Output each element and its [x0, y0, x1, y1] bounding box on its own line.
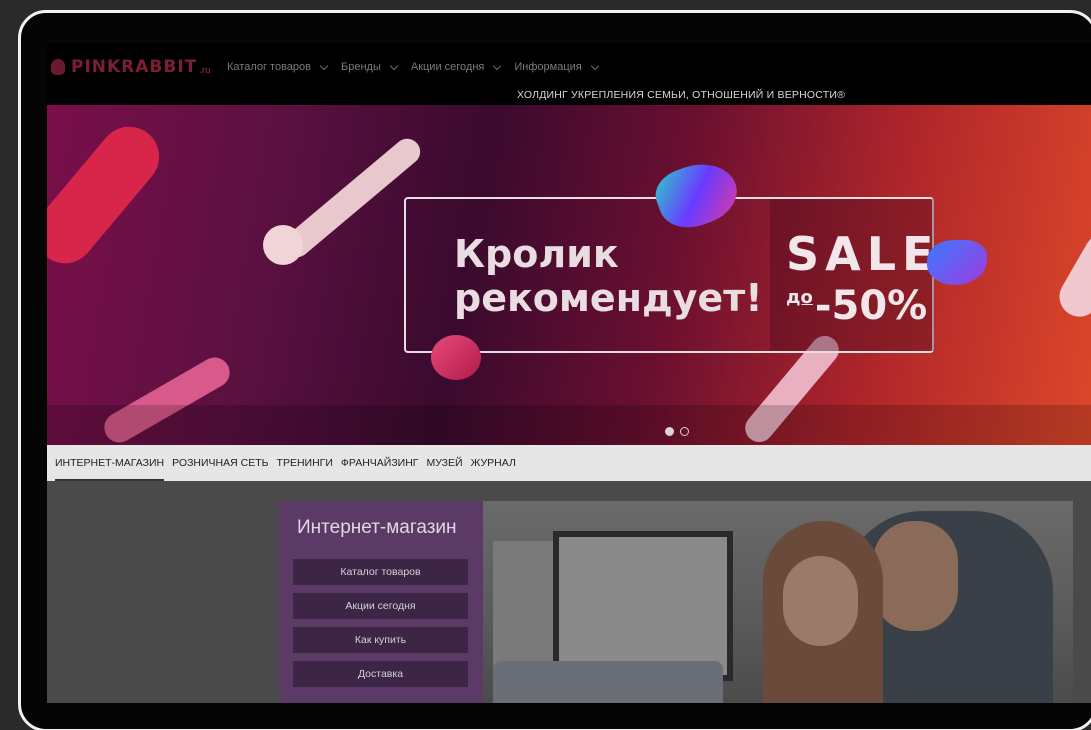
slider-dot[interactable]: [665, 427, 674, 436]
site-logo[interactable]: PINKRABBIT .ru: [51, 57, 211, 77]
sale-prefix: до: [786, 287, 813, 308]
logo-suffix: .ru: [199, 65, 211, 75]
header-tagline: ХОЛДИНГ УКРЕПЛЕНИЯ СЕМЬИ, ОТНОШЕНИЙ И ВЕ…: [517, 89, 846, 101]
promo-banner[interactable]: Кролик рекомендует! SALE до-50%: [47, 105, 1091, 445]
slider-dots: [665, 427, 689, 436]
nav-catalog-label: Каталог товаров: [227, 61, 311, 73]
banner-decoration: [431, 335, 481, 380]
banner-decoration: [263, 225, 303, 265]
tab-franchising[interactable]: ФРАНЧАЙЗИНГ: [341, 445, 419, 481]
banner-decoration: [1052, 226, 1091, 324]
chevron-down-icon: [319, 61, 329, 70]
shop-catalog-button[interactable]: Каталог товаров: [293, 559, 468, 585]
browser-screen: PINKRABBIT .ru Каталог товаров Бренды Ак…: [47, 43, 1091, 703]
tab-retail[interactable]: РОЗНИЧНАЯ СЕТЬ: [172, 445, 268, 481]
sale-percent-value: -50%: [814, 283, 928, 329]
shop-how-to-buy-button[interactable]: Как купить: [293, 627, 468, 653]
shop-title: Интернет-магазин: [297, 517, 457, 538]
banner-decoration: [47, 114, 172, 276]
photo-background: [493, 541, 553, 681]
banner-decoration: [927, 240, 987, 285]
banner-band: [47, 405, 1091, 445]
nav-catalog[interactable]: Каталог товаров: [227, 61, 329, 73]
shop-delivery-button[interactable]: Доставка: [293, 661, 468, 687]
chevron-down-icon: [590, 61, 599, 70]
chevron-down-icon: [493, 61, 502, 70]
nav-deals[interactable]: Акции сегодня: [410, 61, 502, 73]
shop-deals-button[interactable]: Акции сегодня: [293, 593, 468, 619]
section-tabs: ИНТЕРНЕТ-МАГАЗИН РОЗНИЧНАЯ СЕТЬ ТРЕНИНГИ…: [47, 445, 1091, 481]
promo-title: Кролик рекомендует!: [454, 232, 763, 320]
nav-brands-label: Бренды: [341, 61, 381, 73]
chevron-down-icon: [389, 61, 399, 70]
nav-deals-label: Акции сегодня: [410, 61, 485, 73]
photo-man-face: [873, 521, 958, 631]
site-header: PINKRABBIT .ru Каталог товаров Бренды Ак…: [47, 43, 1091, 105]
couple-photo: [483, 501, 1073, 703]
nav-brands[interactable]: Бренды: [341, 61, 399, 73]
slider-dot[interactable]: [680, 427, 689, 436]
tab-journal[interactable]: ЖУРНАЛ: [471, 445, 516, 481]
rabbit-logo-icon: [51, 59, 65, 75]
tab-trainings[interactable]: ТРЕНИНГИ: [277, 445, 333, 481]
tab-online-store[interactable]: ИНТЕРНЕТ-МАГАЗИН: [55, 445, 165, 481]
nav-info[interactable]: Информация: [514, 61, 599, 73]
photo-window: [553, 531, 733, 681]
promo-title-line2: рекомендует!: [454, 275, 763, 320]
nav-info-label: Информация: [514, 61, 582, 73]
main-nav: Каталог товаров Бренды Акции сегодня Инф…: [227, 61, 612, 73]
promo-title-line1: Кролик: [454, 232, 619, 276]
photo-sofa: [493, 661, 723, 703]
logo-text: PINKRABBIT: [71, 57, 198, 77]
photo-woman-face: [783, 556, 858, 646]
content-area: Интернет-магазин Каталог товаров Акции с…: [47, 481, 1091, 703]
sale-label: SALE: [786, 227, 940, 281]
shop-panel: Интернет-магазин Каталог товаров Акции с…: [279, 501, 483, 703]
sale-percent: до-50%: [786, 283, 927, 329]
device-frame: PINKRABBIT .ru Каталог товаров Бренды Ак…: [18, 10, 1091, 730]
tab-museum[interactable]: МУЗЕЙ: [426, 445, 462, 481]
